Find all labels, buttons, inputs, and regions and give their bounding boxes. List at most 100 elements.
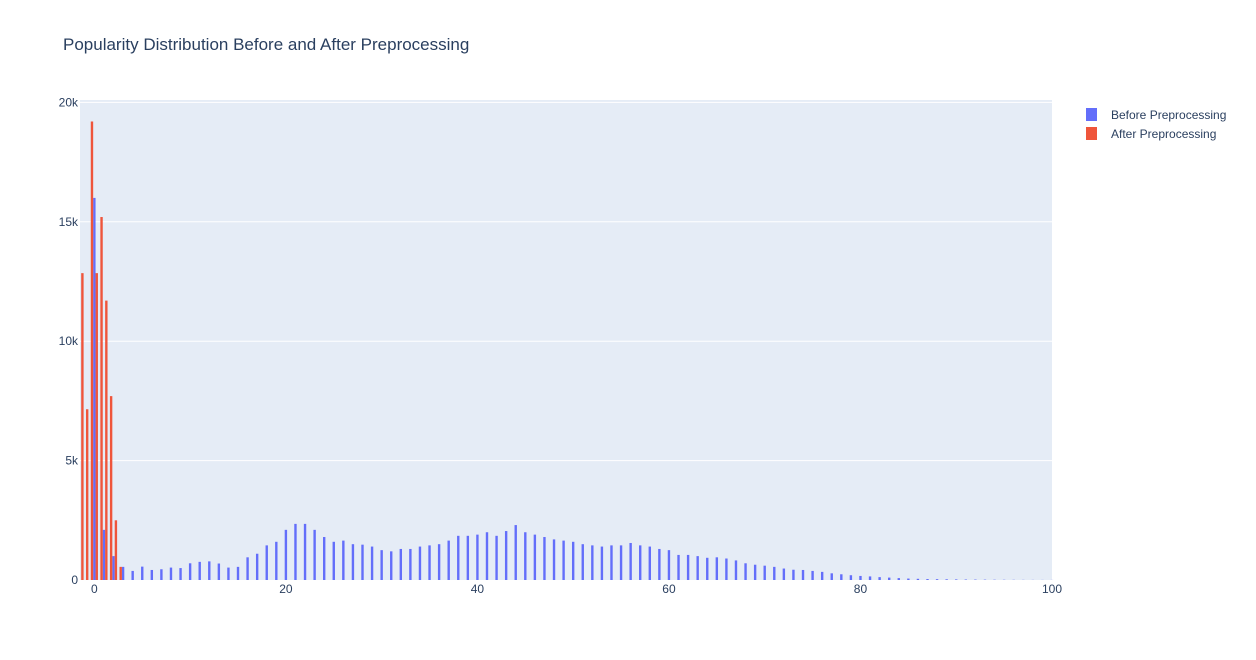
bar-before xyxy=(773,566,776,580)
bar-after xyxy=(119,566,122,580)
bar-before xyxy=(600,546,604,580)
legend-item-before[interactable]: Before Preprocessing xyxy=(1086,108,1226,122)
bar-before xyxy=(275,541,278,580)
bar-before xyxy=(763,565,766,580)
chart-title: Popularity Distribution Before and After… xyxy=(63,35,469,54)
bar-before xyxy=(93,197,96,580)
bar-before xyxy=(370,546,374,580)
bar-before xyxy=(179,568,182,580)
legend-label-before: Before Preprocessing xyxy=(1111,108,1226,122)
x-tick-label: 60 xyxy=(662,582,676,596)
bar-before xyxy=(840,574,843,580)
bar-before xyxy=(409,548,412,580)
bar-before xyxy=(160,569,163,580)
bar-before xyxy=(303,523,307,580)
bar-before xyxy=(284,529,288,580)
bar-before xyxy=(916,578,920,580)
bar-before xyxy=(476,534,479,580)
bar-before xyxy=(610,545,613,580)
bar-before xyxy=(323,537,326,580)
bar-before xyxy=(466,535,470,580)
bar-before xyxy=(667,550,671,580)
bar-before xyxy=(533,534,537,580)
bar-before xyxy=(878,577,881,580)
bar-before xyxy=(753,564,757,580)
bar-before xyxy=(380,550,383,580)
bar-after xyxy=(100,217,103,580)
bar-before xyxy=(418,546,422,580)
bar-before xyxy=(955,579,958,580)
bar-before xyxy=(361,544,364,580)
bar-before xyxy=(112,556,115,580)
bar-before xyxy=(696,556,699,580)
bar-before xyxy=(514,525,517,580)
y-tick-label: 10k xyxy=(59,334,79,348)
bar-before xyxy=(131,570,134,580)
x-tick-label: 40 xyxy=(471,582,485,596)
y-axis-ticks: 0 5k 10k 15k 20k xyxy=(59,95,79,587)
bar-before xyxy=(495,535,498,580)
bar-before xyxy=(227,567,230,580)
bar-before xyxy=(811,570,814,580)
bar-after xyxy=(109,396,113,580)
bar-before xyxy=(428,545,431,580)
bar-before xyxy=(121,566,125,580)
bar-before xyxy=(504,531,508,580)
bar-before xyxy=(294,523,297,580)
bar-before xyxy=(141,566,144,580)
chart-root: Popularity Distribution Before and After… xyxy=(0,0,1256,660)
plot-area xyxy=(80,100,1052,580)
bar-before xyxy=(591,545,594,580)
bar-before xyxy=(629,542,632,580)
legend-item-after[interactable]: After Preprocessing xyxy=(1086,127,1216,141)
legend-swatch-before xyxy=(1086,108,1097,121)
bar-before xyxy=(208,561,211,580)
bar-before xyxy=(150,569,154,580)
bar-before xyxy=(265,545,268,580)
bar-before xyxy=(706,557,709,580)
bar-before xyxy=(859,575,862,580)
legend-swatch-after xyxy=(1086,127,1097,140)
legend[interactable]: Before Preprocessing After Preprocessing xyxy=(1086,108,1226,141)
bar-before xyxy=(485,532,489,580)
bar-before xyxy=(907,578,910,580)
bar-after xyxy=(114,520,118,580)
chart-svg: Popularity Distribution Before and After… xyxy=(59,35,1227,596)
bar-before xyxy=(830,573,833,580)
bar-before xyxy=(351,544,355,580)
y-tick-label: 0 xyxy=(71,573,78,587)
bar-before xyxy=(820,571,824,580)
bar-before xyxy=(524,532,527,580)
legend-label-after: After Preprocessing xyxy=(1111,127,1216,141)
bar-before xyxy=(648,546,651,580)
bar-before xyxy=(639,545,642,580)
bar-before xyxy=(849,575,853,580)
bar-before xyxy=(888,577,891,580)
bar-before xyxy=(744,563,747,580)
bar-before xyxy=(715,557,719,580)
bar-before xyxy=(801,569,805,580)
bar-before xyxy=(581,544,584,580)
bar-before xyxy=(390,551,393,580)
bar-before xyxy=(255,553,259,580)
bar-before xyxy=(188,563,192,580)
bar-before xyxy=(332,541,335,580)
bar-before xyxy=(313,529,316,580)
bar-before xyxy=(945,579,948,580)
bar-before xyxy=(686,554,690,580)
x-axis-ticks: 0 20 40 60 80 100 xyxy=(91,582,1062,596)
bar-after xyxy=(81,273,84,580)
bar-before xyxy=(792,569,795,580)
bar-before xyxy=(734,560,738,580)
bar-before xyxy=(552,539,556,580)
bar-before xyxy=(457,535,460,580)
y-tick-label: 15k xyxy=(59,215,79,229)
x-tick-label: 100 xyxy=(1042,582,1062,596)
x-tick-label: 80 xyxy=(854,582,868,596)
bar-before xyxy=(198,561,201,580)
x-tick-label: 0 xyxy=(91,582,98,596)
bar-after xyxy=(85,409,89,580)
bar-before xyxy=(102,529,106,580)
y-tick-label: 20k xyxy=(59,95,79,109)
bar-before xyxy=(437,544,441,580)
